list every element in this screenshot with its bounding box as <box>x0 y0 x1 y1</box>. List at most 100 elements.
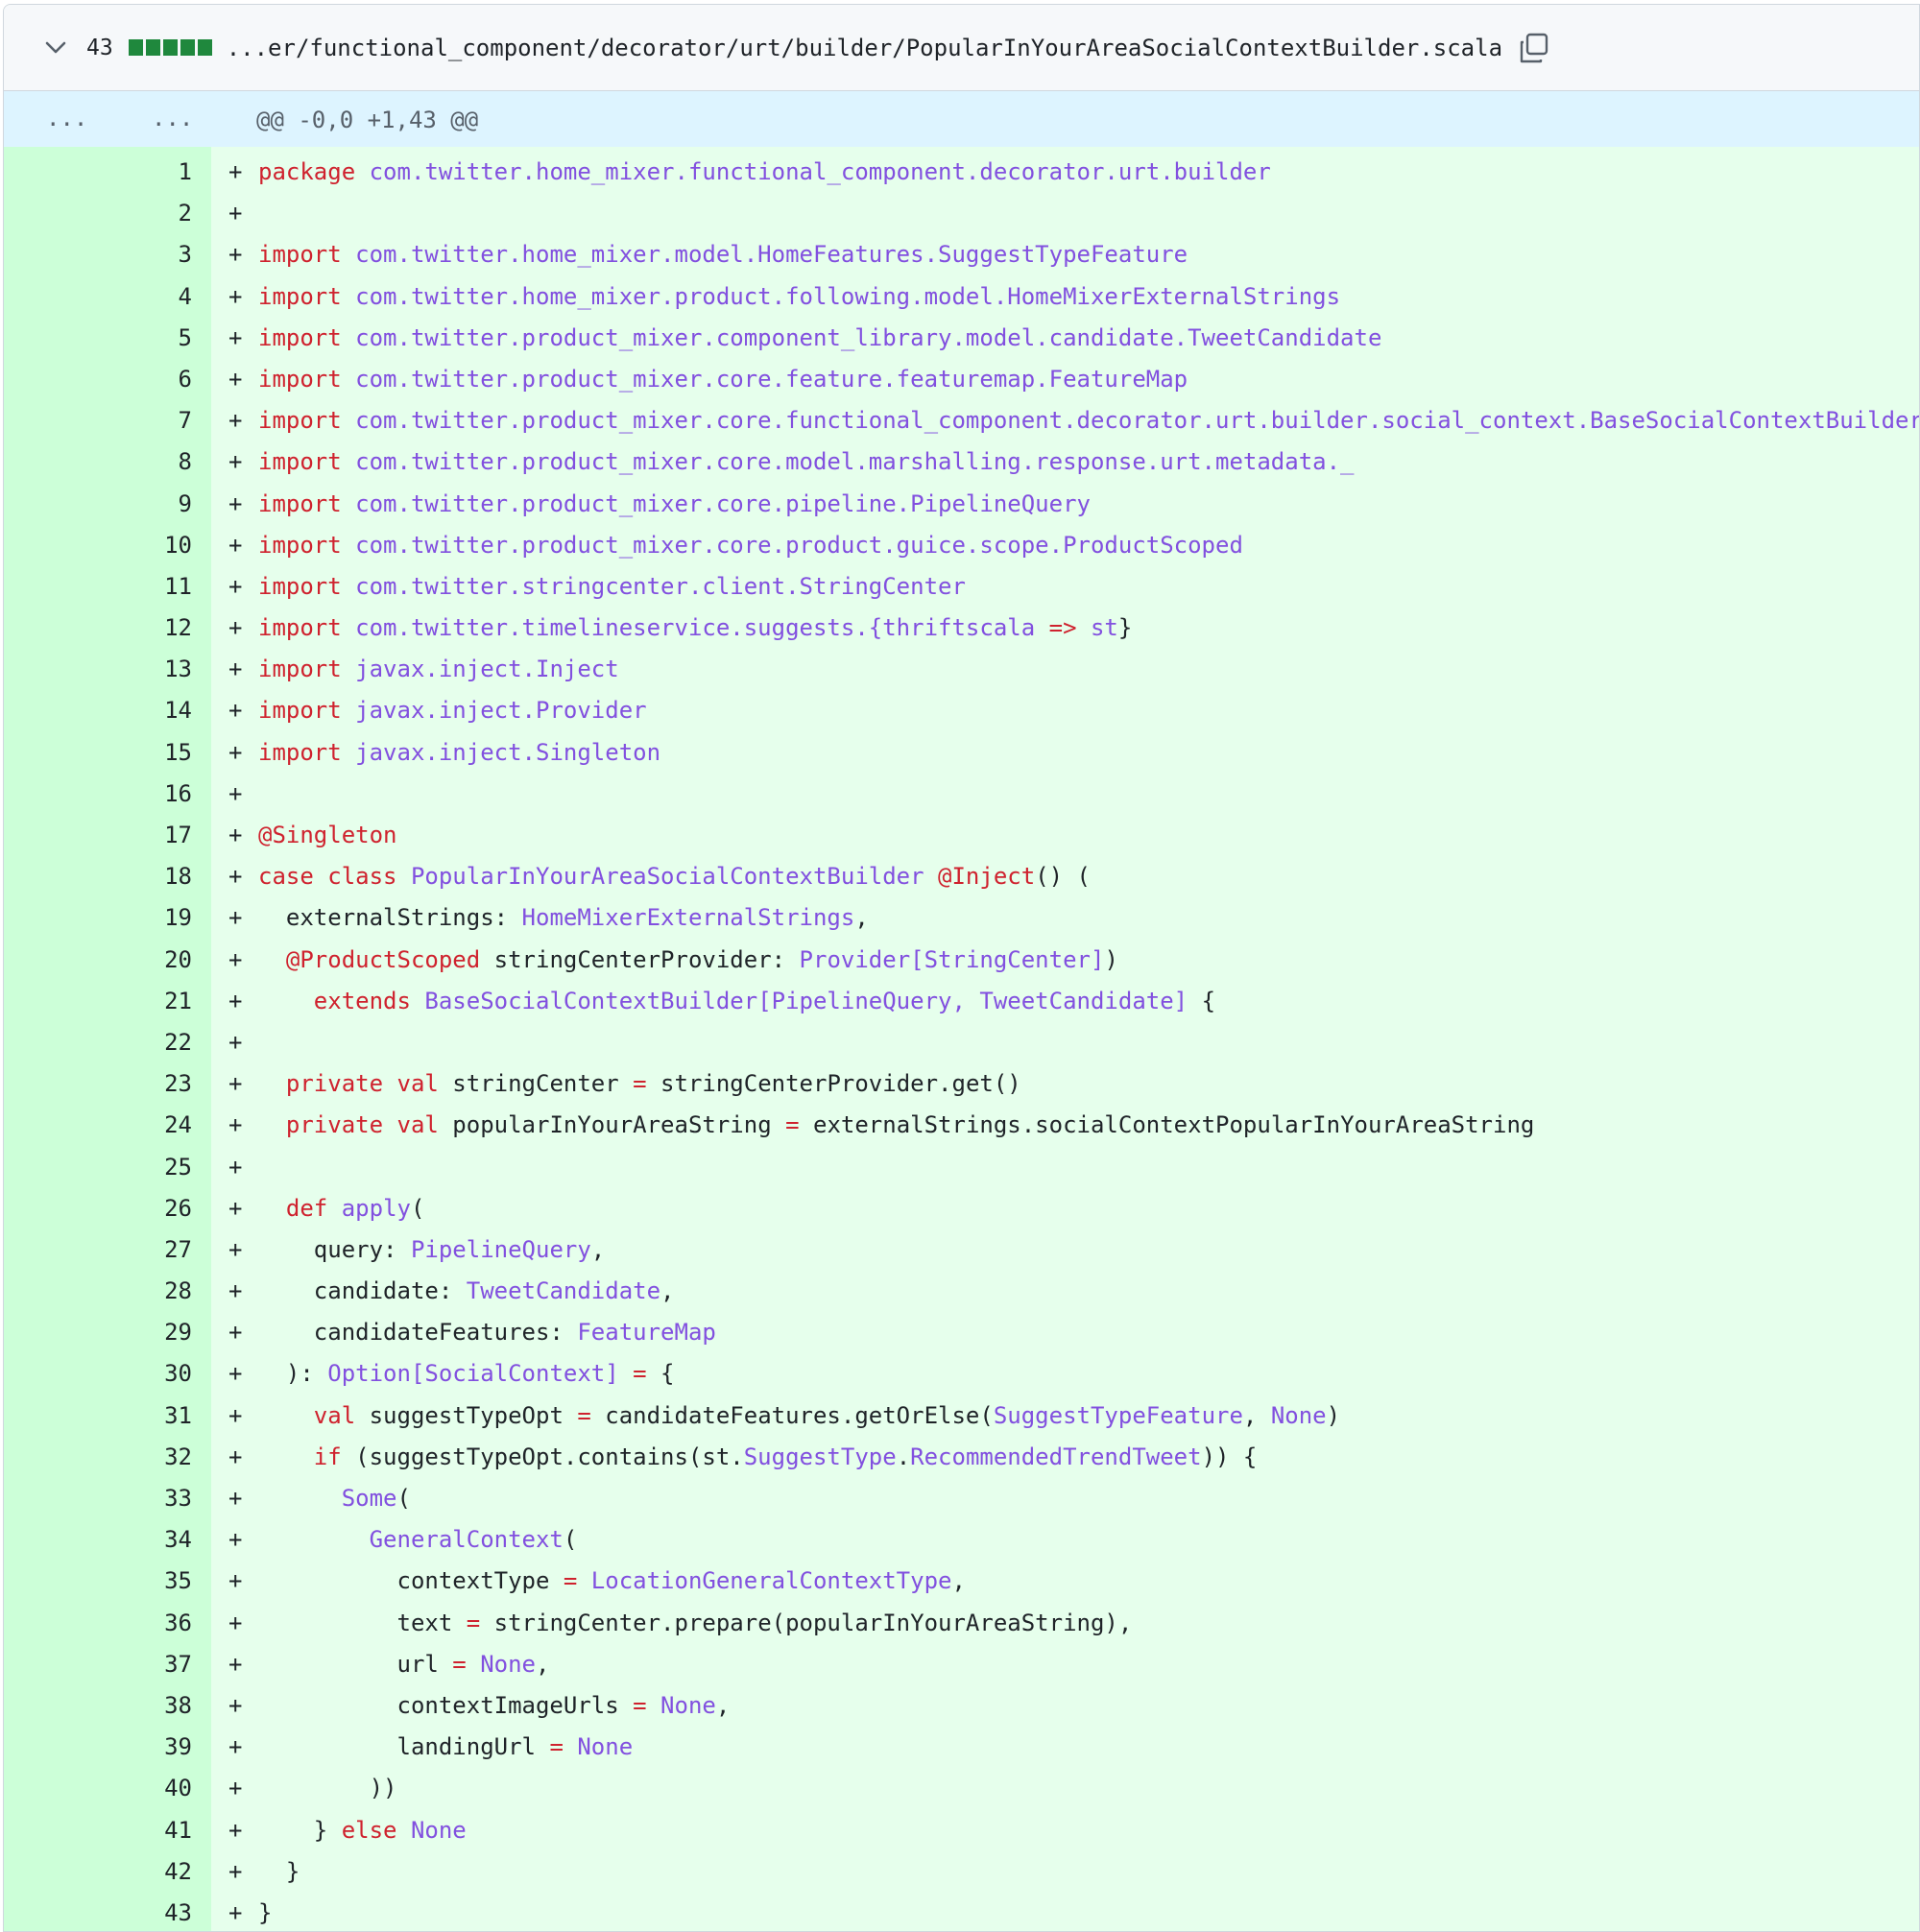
code-token: , <box>854 904 869 932</box>
line-number[interactable]: 25 <box>4 1147 192 1188</box>
line-number[interactable]: 6 <box>4 359 192 400</box>
line-number[interactable]: 29 <box>4 1312 192 1353</box>
line-number[interactable]: 18 <box>4 856 192 897</box>
code-token: TweetCandidate <box>466 1277 661 1305</box>
added-marker: + <box>228 697 243 725</box>
line-number[interactable]: 31 <box>4 1395 192 1437</box>
line-number[interactable]: 28 <box>4 1271 192 1312</box>
code-text: Some( <box>258 1478 411 1519</box>
line-number[interactable]: 4 <box>4 276 192 318</box>
code-text: import com.twitter.product_mixer.core.fe… <box>258 359 1188 400</box>
code-token: , <box>660 1277 675 1305</box>
code-line: 17 + @Singleton <box>4 815 1919 856</box>
code-token: )) { <box>1201 1443 1258 1470</box>
line-number[interactable]: 5 <box>4 318 192 359</box>
line-number[interactable]: 34 <box>4 1519 192 1561</box>
code-token: import <box>258 656 342 683</box>
code-text: import javax.inject.Provider <box>258 690 647 731</box>
line-number[interactable]: 32 <box>4 1437 192 1478</box>
code-text: import com.twitter.product_mixer.compone… <box>258 318 1381 359</box>
code-text: text = stringCenter.prepare(popularInYou… <box>258 1603 1132 1644</box>
line-number[interactable]: 3 <box>4 234 192 275</box>
code-token: HomeMixerExternalStrings <box>521 904 855 932</box>
code-token: } <box>258 1898 273 1926</box>
added-marker: + <box>228 738 243 766</box>
added-marker: + <box>228 489 243 517</box>
chevron-down-icon[interactable] <box>42 35 69 61</box>
added-marker: + <box>228 1277 243 1305</box>
line-number[interactable]: 37 <box>4 1644 192 1685</box>
line-number[interactable]: 19 <box>4 897 192 939</box>
line-number[interactable]: 11 <box>4 566 192 608</box>
code-token: Some <box>341 1485 397 1512</box>
code-line: 11 + import com.twitter.stringcenter.clien… <box>4 566 1919 608</box>
code-token: stringCenter.prepare(popularInYourAreaSt… <box>480 1609 1133 1636</box>
line-number[interactable]: 27 <box>4 1229 192 1271</box>
code-token: = <box>549 1733 564 1761</box>
code-text: landingUrl = None <box>258 1727 633 1768</box>
code-line: 6 + import com.twitter.product_mixer.core.… <box>4 359 1919 400</box>
line-number[interactable]: 12 <box>4 608 192 649</box>
line-number[interactable]: 24 <box>4 1105 192 1146</box>
line-number[interactable]: 8 <box>4 441 192 483</box>
line-number[interactable]: 43 <box>4 1893 192 1931</box>
diff-file: 43 ...er/functional_component/decorator/… <box>3 4 1920 1932</box>
line-number[interactable]: 36 <box>4 1603 192 1644</box>
line-number[interactable]: 35 <box>4 1561 192 1602</box>
line-number[interactable]: 26 <box>4 1188 192 1229</box>
code-token: ( <box>396 1485 411 1512</box>
line-number[interactable]: 42 <box>4 1851 192 1893</box>
code-token: None <box>577 1733 634 1761</box>
line-number[interactable]: 30 <box>4 1353 192 1395</box>
code-line: 28 + candidate: TweetCandidate, <box>4 1271 1919 1312</box>
code-line: 20 + @ProductScoped stringCenterProvider:… <box>4 940 1919 981</box>
line-number[interactable]: 38 <box>4 1685 192 1727</box>
added-marker: + <box>228 1733 243 1761</box>
code-line: 19 + externalStrings: HomeMixerExternalSt… <box>4 897 1919 939</box>
line-number[interactable]: 23 <box>4 1063 192 1105</box>
line-number[interactable]: 14 <box>4 690 192 731</box>
code-token: else <box>341 1816 397 1844</box>
code-token: private val <box>285 1111 439 1139</box>
added-marker: + <box>228 1691 243 1719</box>
line-number[interactable]: 16 <box>4 774 192 815</box>
line-number[interactable]: 13 <box>4 649 192 690</box>
line-number[interactable]: 2 <box>4 193 192 234</box>
line-number[interactable]: 15 <box>4 732 192 774</box>
code-line: 16 + <box>4 774 1919 815</box>
line-number[interactable]: 39 <box>4 1727 192 1768</box>
added-marker: + <box>228 1816 243 1844</box>
line-number[interactable]: 10 <box>4 525 192 566</box>
code-token: candidateFeatures.getOrElse( <box>590 1401 994 1429</box>
code-line: 4 + import com.twitter.home_mixer.product.… <box>4 276 1919 318</box>
line-number[interactable]: 22 <box>4 1022 192 1063</box>
added-marker: + <box>228 1111 243 1139</box>
line-number[interactable]: 21 <box>4 981 192 1022</box>
line-number[interactable]: 9 <box>4 484 192 525</box>
hunk-expander[interactable]: ... ... <box>4 91 211 147</box>
line-number[interactable]: 7 <box>4 400 192 441</box>
code-token: stringCenter <box>438 1070 634 1098</box>
line-number[interactable]: 40 <box>4 1768 192 1809</box>
copy-icon[interactable] <box>1518 32 1550 64</box>
code-token: { <box>1188 987 1216 1014</box>
code-token: import <box>258 407 342 435</box>
code-text: )) <box>258 1768 397 1809</box>
line-number[interactable]: 1 <box>4 152 192 193</box>
hunk-header: @@ -0,0 +1,43 @@ <box>256 107 479 133</box>
line-number[interactable]: 41 <box>4 1810 192 1851</box>
code-text: case class PopularInYourAreaSocialContex… <box>258 856 1091 897</box>
line-number[interactable]: 20 <box>4 940 192 981</box>
code-token: (suggestTypeOpt.contains(st. <box>341 1443 744 1470</box>
line-number[interactable]: 33 <box>4 1478 192 1519</box>
file-path[interactable]: ...er/functional_component/decorator/urt… <box>227 35 1502 61</box>
line-number[interactable]: 17 <box>4 815 192 856</box>
code-token: @Singleton <box>258 822 397 848</box>
